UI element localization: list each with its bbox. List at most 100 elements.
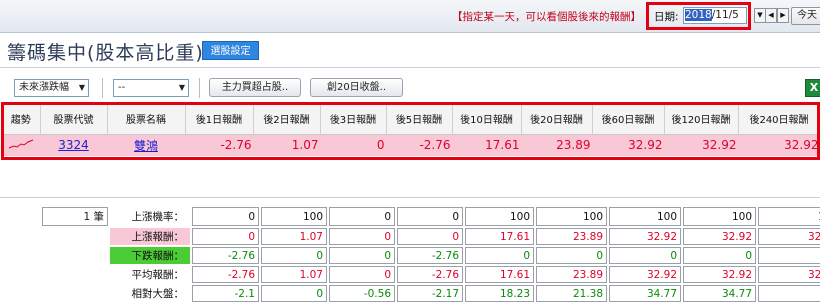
return-cell: 0 xyxy=(320,134,387,156)
filter-select[interactable]: -- ▼ xyxy=(113,79,189,97)
toolbar-separator xyxy=(102,78,103,98)
stats-value: 17.61 xyxy=(465,228,534,245)
condition-button-1[interactable]: 主力買超占股.. xyxy=(209,78,301,97)
stats-value: 0 xyxy=(536,247,607,264)
stats-value: 0 xyxy=(329,266,395,283)
stats-label: 相對大盤： xyxy=(110,285,190,302)
next-date-icon[interactable]: ▶ xyxy=(777,8,789,23)
return-cell: 23.89 xyxy=(521,134,593,156)
stats-value: 1.07 xyxy=(261,228,327,245)
stats-row: 相對大盤： -2.1 0 -0.56 -2.17 18.23 21.38 34.77 34.77… xyxy=(42,285,820,302)
stats-value: 0 xyxy=(397,207,463,226)
stats-value: 0 xyxy=(192,228,259,245)
record-count: 1 筆 xyxy=(42,207,108,226)
stats-value: 32.92 xyxy=(683,228,756,245)
column-header[interactable]: 趨勢 xyxy=(2,104,41,135)
page-title: 籌碼集中(股本高比重) xyxy=(7,42,204,64)
select-settings-button[interactable]: 選股設定 xyxy=(202,41,259,60)
column-header[interactable]: 後1日報酬 xyxy=(185,104,254,135)
stock-code-link[interactable]: 3324 xyxy=(40,134,108,156)
stats-value: -2.1 xyxy=(192,285,259,302)
stats-value: -2.17 xyxy=(397,285,463,302)
stats-value: 1.07 xyxy=(261,266,327,283)
top-bar: 【指定某一天，可以看個股後來的報酬】 日期: 2018/11/5 ▼ ◀ ▶ 今… xyxy=(0,0,820,33)
stats-value: 32.92 xyxy=(683,266,756,283)
stats-value: 0 xyxy=(329,207,395,226)
filter-select-value: -- xyxy=(118,82,126,93)
empty-cell xyxy=(42,266,108,283)
stats-value: 100 xyxy=(758,207,820,226)
return-cell: -2.76 xyxy=(386,134,453,156)
stats-value: 0 xyxy=(683,247,756,264)
stats-value: -2.76 xyxy=(397,266,463,283)
column-header[interactable]: 股票代號 xyxy=(40,104,108,135)
toolbar-separator xyxy=(199,78,200,98)
period-select[interactable]: 未來漲跌幅 ▼ xyxy=(14,79,89,97)
empty-cell xyxy=(42,247,108,264)
column-header[interactable]: 股票名稱 xyxy=(107,104,186,135)
trend-sparkline-icon[interactable] xyxy=(2,134,41,156)
return-cell: 32.92 xyxy=(738,134,820,156)
stats-value: 0 xyxy=(329,247,395,264)
stats-value: 34.77 xyxy=(609,285,681,302)
stats-value: 18.23 xyxy=(465,285,534,302)
stats-value: 23.89 xyxy=(536,228,607,245)
stats-value: 32.92 xyxy=(609,266,681,283)
result-table: 趨勢 股票代號 股票名稱 後1日報酬 後2日報酬 後3日報酬 後5日報酬 後10… xyxy=(2,104,820,156)
stats-row: 1 筆上漲機率：010000100100100100100 xyxy=(42,207,820,226)
stock-name-link[interactable]: 雙鴻 xyxy=(107,134,186,156)
stats-value: -2.76 xyxy=(192,266,259,283)
stats-value: 100 xyxy=(536,207,607,226)
prev-date-icon[interactable]: ◀ xyxy=(765,8,777,23)
stats-value: -2.76 xyxy=(397,247,463,264)
stats-row: 平均報酬： -2.76 1.07 0 -2.76 17.61 23.89 32.92 32.92… xyxy=(42,266,820,283)
stats-value: 100 xyxy=(683,207,756,226)
column-header[interactable]: 後10日報酬 xyxy=(452,104,522,135)
stats-row: 上漲報酬：01.070017.6123.8932.9232.9232.92 xyxy=(42,228,820,245)
return-cell: 32.92 xyxy=(664,134,739,156)
stats-value: 32.92 xyxy=(609,228,681,245)
table-header-row: 趨勢 股票代號 股票名稱 後1日報酬 後2日報酬 後3日報酬 後5日報酬 後10… xyxy=(2,104,820,135)
today-button[interactable]: 今天 xyxy=(791,7,820,25)
empty-cell xyxy=(42,228,108,245)
stats-label: 下跌報酬： xyxy=(110,247,190,264)
stats-value: -0.56 xyxy=(329,285,395,302)
chevron-down-icon: ▼ xyxy=(78,83,85,92)
column-header[interactable]: 後120日報酬 xyxy=(664,104,739,135)
stats-value: 0 xyxy=(329,228,395,245)
stats-value: 0 xyxy=(465,247,534,264)
column-header[interactable]: 後240日報酬 xyxy=(738,104,820,135)
return-cell: 1.07 xyxy=(253,134,321,156)
stock-code[interactable]: 3324 xyxy=(58,138,89,152)
stats-value: 17.61 xyxy=(465,266,534,283)
stats-value: 21.38 xyxy=(536,285,607,302)
empty-cell xyxy=(42,285,108,302)
stats-value: 0 xyxy=(758,285,820,302)
stats-label: 上漲報酬： xyxy=(110,228,190,245)
chevron-down-icon: ▼ xyxy=(178,83,185,92)
stats-value: 32.92 xyxy=(758,228,820,245)
stats-value: 0 xyxy=(261,247,327,264)
stats-value: 0 xyxy=(609,247,681,264)
divider xyxy=(0,67,820,68)
divider xyxy=(0,197,820,198)
stats-value: 0 xyxy=(192,207,259,226)
column-header[interactable]: 後2日報酬 xyxy=(253,104,321,135)
stats-label: 上漲機率： xyxy=(110,207,190,226)
hint-text: 【指定某一天，可以看個股後來的報酬】 xyxy=(452,11,641,23)
stats-row: 下跌報酬：-2.7600-2.7600000 xyxy=(42,247,820,264)
stats-value: 0 xyxy=(261,285,327,302)
return-cell: 32.92 xyxy=(592,134,665,156)
table-row[interactable]: 3324 雙鴻 -2.76 1.07 0 -2.76 17.61 23.89 3… xyxy=(2,134,820,156)
column-header[interactable]: 後20日報酬 xyxy=(521,104,593,135)
stats-value: 0 xyxy=(397,228,463,245)
date-highlight-box xyxy=(646,2,751,30)
column-header[interactable]: 後60日報酬 xyxy=(592,104,665,135)
stock-name[interactable]: 雙鴻 xyxy=(134,139,158,153)
return-cell: -2.76 xyxy=(185,134,254,156)
stats-value: -2.76 xyxy=(192,247,259,264)
excel-export-icon[interactable]: X xyxy=(805,79,820,97)
condition-button-2[interactable]: 創20日收盤.. xyxy=(310,78,403,97)
column-header[interactable]: 後3日報酬 xyxy=(320,104,387,135)
column-header[interactable]: 後5日報酬 xyxy=(386,104,453,135)
